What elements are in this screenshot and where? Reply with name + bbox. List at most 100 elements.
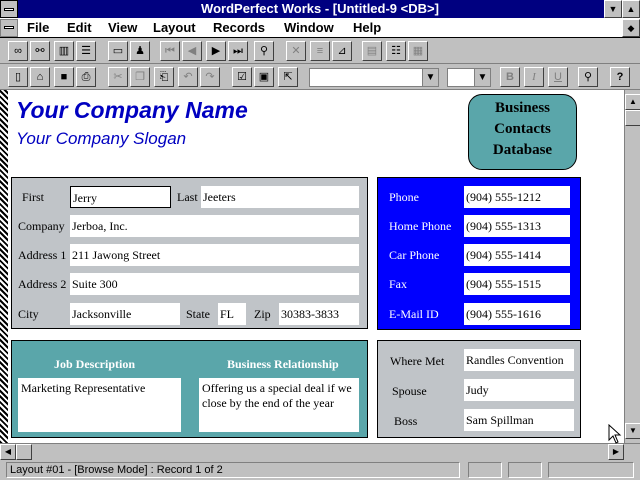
first-name-field[interactable]: Jerry [70, 186, 171, 208]
job-description-field[interactable]: Marketing Representative [18, 378, 181, 432]
title-bar: WordPerfect Works - [Untitled-9 <DB>] ▼ … [0, 0, 640, 18]
spouse-field[interactable]: Judy [464, 379, 574, 401]
save-icon[interactable]: ■ [54, 67, 74, 87]
prev-record-icon[interactable]: ◀ [182, 41, 202, 61]
help-icon[interactable]: ? [610, 67, 630, 87]
state-field[interactable]: FL [218, 303, 246, 325]
phone-panel: Phone (904) 555-1212 Home Phone (904) 55… [377, 177, 581, 330]
document-menu-button[interactable] [0, 19, 18, 37]
badge-line: Database [492, 142, 553, 158]
badge-line: Business [494, 100, 551, 116]
boss-label: Boss [394, 414, 418, 428]
scroll-left-icon[interactable]: ◀ [0, 444, 16, 460]
menu-window[interactable]: Window [284, 20, 334, 35]
bold-icon[interactable]: B [500, 67, 520, 87]
zip-field[interactable]: 30383-3833 [279, 303, 359, 325]
home-phone-field[interactable]: (904) 555-1313 [464, 215, 570, 237]
toolbar-secondary: ▯ ⌂ ■ ⎙ ✂ ❐ ⎗ ↶ ↷ ☑ ▣ ⇱ ▼ ▼ B I U ⚲ ? [0, 64, 640, 90]
scroll-thumb[interactable] [625, 110, 640, 126]
font-select[interactable]: ▼ [309, 68, 439, 87]
company-label: Company [18, 219, 65, 233]
scroll-up-icon[interactable]: ▲ [625, 94, 640, 110]
address-panel: First Jerry Last Jeeters Company Jerboa,… [11, 177, 368, 329]
toolbar-primary: ∞ ⚯ ▥ ☰ ▭ ♟ ⏮ ◀ ▶ ⏭ ⚲ ✕ ≡ ⊿ ▤ ☷ ▦ [0, 38, 640, 64]
status-cell [548, 462, 634, 478]
horizontal-scrollbar[interactable]: ◀ ▶ [0, 443, 640, 460]
menu-view[interactable]: View [108, 20, 137, 35]
print-icon[interactable]: ⎙ [76, 67, 96, 87]
address2-field[interactable]: Suite 300 [70, 273, 359, 295]
first-label: First [22, 190, 45, 204]
hscroll-thumb[interactable] [16, 444, 32, 460]
job-panel: Job Description Business Relationship Ma… [11, 340, 368, 438]
person-icon[interactable]: ♟ [130, 41, 150, 61]
mouse-cursor-icon [608, 424, 622, 444]
city-label: City [18, 307, 39, 321]
zoom-icon[interactable]: ⚲ [578, 67, 598, 87]
paste-icon[interactable]: ⎗ [154, 67, 174, 87]
chevron-down-icon[interactable]: ▼ [422, 69, 438, 86]
redo-icon[interactable]: ↷ [200, 67, 220, 87]
outline-icon[interactable]: ☰ [76, 41, 96, 61]
next-record-icon[interactable]: ▶ [206, 41, 226, 61]
restore-button[interactable]: ◆ [622, 19, 640, 37]
list-view-icon[interactable]: ☷ [386, 41, 406, 61]
last-label: Last [177, 190, 198, 204]
boss-field[interactable]: Sam Spillman [464, 409, 574, 431]
delete-record-icon[interactable]: ✕ [286, 41, 306, 61]
report-icon[interactable]: ▤ [362, 41, 382, 61]
city-field[interactable]: Jacksonville [70, 303, 180, 325]
thesaurus-icon[interactable]: ⚯ [30, 41, 50, 61]
last-record-icon[interactable]: ⏭ [228, 41, 248, 61]
where-met-field[interactable]: Randles Convention [464, 349, 574, 371]
italic-icon[interactable]: I [524, 67, 544, 87]
maximize-button[interactable]: ▲ [622, 0, 640, 18]
company-field[interactable]: Jerboa, Inc. [70, 215, 359, 237]
copy-icon[interactable]: ❐ [130, 67, 150, 87]
chevron-down-icon[interactable]: ▼ [474, 69, 490, 86]
find-icon[interactable]: ⚲ [254, 41, 274, 61]
scroll-right-icon[interactable]: ▶ [608, 444, 624, 460]
personal-panel: Where Met Randles Convention Spouse Judy… [377, 340, 581, 438]
phone-label: Phone [389, 190, 419, 204]
open-folder-icon[interactable]: ⌂ [30, 67, 50, 87]
last-name-field[interactable]: Jeeters [201, 186, 359, 208]
vertical-scrollbar[interactable]: ▲ ▼ [624, 90, 640, 443]
menu-records[interactable]: Records [213, 20, 265, 35]
field-tool-icon[interactable]: ⇱ [278, 67, 298, 87]
menu-help[interactable]: Help [353, 20, 381, 35]
status-cell [508, 462, 542, 478]
address1-field[interactable]: 211 Jawong Street [70, 244, 359, 266]
cut-icon[interactable]: ✂ [108, 67, 128, 87]
labels-icon[interactable]: ▦ [408, 41, 428, 61]
fax-label: Fax [389, 277, 407, 291]
menu-edit[interactable]: Edit [67, 20, 92, 35]
car-phone-field[interactable]: (904) 555-1414 [464, 244, 570, 266]
company-slogan: Your Company Slogan [16, 129, 187, 148]
sort-icon[interactable]: ⊿ [332, 41, 352, 61]
menu-bar: File Edit View Layout Records Window Hel… [0, 18, 640, 38]
fax-field[interactable]: (904) 555-1515 [464, 273, 570, 295]
status-text: Layout #01 - [Browse Mode] : Record 1 of… [6, 462, 460, 478]
menu-layout[interactable]: Layout [153, 20, 196, 35]
edit-form-icon[interactable]: ▣ [254, 67, 274, 87]
phone-field[interactable]: (904) 555-1212 [464, 186, 570, 208]
form-view-icon[interactable]: ▭ [108, 41, 128, 61]
first-record-icon[interactable]: ⏮ [160, 41, 180, 61]
checklist-icon[interactable]: ☑ [232, 67, 252, 87]
menu-file[interactable]: File [27, 20, 49, 35]
minimize-button[interactable]: ▼ [604, 0, 622, 18]
insert-record-icon[interactable]: ≡ [310, 41, 330, 61]
font-size-select[interactable]: ▼ [447, 68, 491, 87]
new-file-icon[interactable]: ▯ [8, 67, 28, 87]
email-label: E-Mail ID [389, 307, 439, 321]
undo-icon[interactable]: ↶ [178, 67, 198, 87]
business-relationship-field[interactable]: Offering us a special deal if we close b… [199, 378, 359, 432]
scroll-down-icon[interactable]: ▼ [625, 423, 640, 439]
underline-icon[interactable]: U [548, 67, 568, 87]
email-field[interactable]: (904) 555-1616 [464, 303, 570, 325]
database-badge: Business Contacts Database [468, 94, 577, 170]
job-description-label: Job Description [54, 357, 135, 371]
chart-icon[interactable]: ▥ [54, 41, 74, 61]
spellcheck-icon[interactable]: ∞ [8, 41, 28, 61]
